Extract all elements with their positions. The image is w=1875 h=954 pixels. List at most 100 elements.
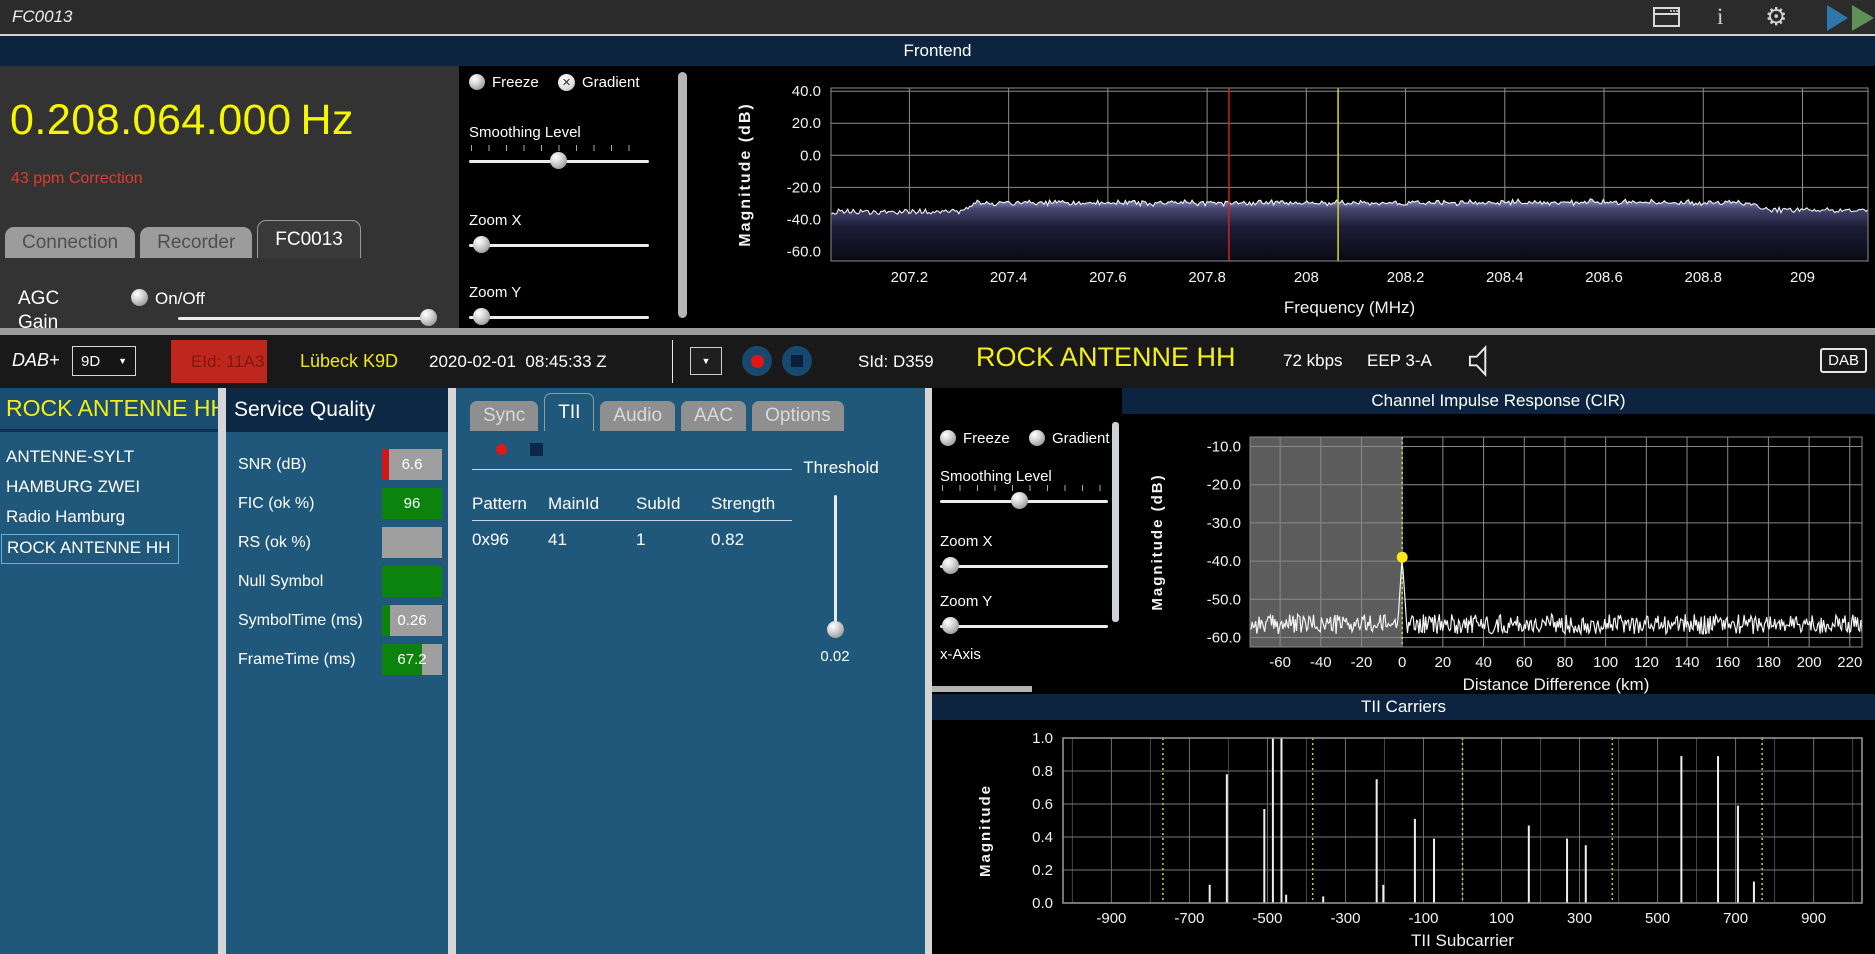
svg-text:0: 0 [1398, 654, 1406, 671]
svg-text:180: 180 [1756, 654, 1781, 671]
quality-row: FIC (ok %)96 [226, 484, 448, 523]
recorder-dropdown-button[interactable]: ▼ [690, 347, 722, 375]
cir-smoothing-slider[interactable] [940, 492, 1108, 511]
svg-text:Magnitude (dB): Magnitude (dB) [1149, 473, 1166, 610]
cir-freeze-radio[interactable] [940, 430, 956, 446]
spectrum-scrollbar[interactable] [678, 72, 687, 318]
quality-label: FrameTime (ms) [238, 651, 356, 669]
speaker-icon[interactable] [1466, 345, 1496, 377]
threshold-slider-track[interactable] [834, 495, 837, 636]
quality-row: Null Symbol [226, 562, 448, 601]
svg-text:-60.0: -60.0 [787, 243, 821, 260]
list-item-service[interactable]: ROCK ANTENNE HH [1, 534, 179, 564]
svg-text:160: 160 [1715, 654, 1740, 671]
app-window: FC0013 i ⚙ Frontend 0.208.064.000Hz 43 p… [0, 0, 1875, 954]
list-item-service[interactable]: ANTENNE-SYLT [1, 444, 142, 474]
svg-text:0.2: 0.2 [1032, 862, 1053, 879]
tii-col-header: SubId [636, 494, 680, 514]
agc-toggle-radio[interactable] [131, 289, 148, 306]
list-item-service[interactable]: HAMBURG ZWEI [1, 474, 148, 504]
freeze-radio[interactable] [469, 74, 485, 90]
tuner-panel: 0.208.064.000Hz 43 ppm Correction Connec… [0, 66, 459, 328]
quality-bar: 96 [382, 488, 442, 519]
svg-text:-500: -500 [1252, 910, 1282, 927]
bitrate-label: 72 kbps [1283, 351, 1343, 371]
svg-text:0.6: 0.6 [1032, 796, 1053, 813]
panel-divider[interactable] [218, 388, 226, 954]
tab-audio[interactable]: Audio [600, 401, 675, 431]
titlebar: FC0013 i ⚙ [0, 0, 1875, 36]
settings-gear-icon[interactable]: ⚙ [1765, 2, 1787, 31]
tab-tii[interactable]: TII [544, 393, 594, 431]
cir-zoom-x-slider[interactable] [940, 557, 1108, 576]
svg-text:20.0: 20.0 [792, 115, 821, 132]
cir-zoom-y-slider[interactable] [940, 617, 1108, 636]
svg-text:80: 80 [1557, 654, 1574, 671]
service-list-header: ROCK ANTENNE HH [0, 388, 218, 432]
cir-controls-scrollbar[interactable] [1112, 422, 1119, 622]
svg-text:Frequency (MHz): Frequency (MHz) [1284, 298, 1415, 317]
info-icon[interactable]: i [1717, 4, 1723, 30]
svg-text:-10.0: -10.0 [1207, 439, 1241, 456]
tab-options[interactable]: Options [752, 401, 843, 431]
current-service-name: ROCK ANTENNE HH [976, 342, 1236, 373]
spectrum-chart[interactable]: 40.020.00.0-20.0-40.0-60.0207.2207.4207.… [690, 66, 1875, 328]
tii-table-cell: 0x96 [472, 530, 509, 550]
tab-connection[interactable]: Connection [5, 227, 135, 258]
svg-text:-40.0: -40.0 [787, 211, 821, 228]
window-title: FC0013 [12, 7, 72, 27]
ensemble-name: Lübeck K9D [300, 351, 398, 372]
svg-text:700: 700 [1723, 910, 1748, 927]
dab-badge: DAB [1820, 348, 1867, 373]
cir-gradient-radio[interactable] [1029, 430, 1045, 446]
stop-icon [791, 355, 803, 367]
tii-carriers-chart[interactable]: 1.00.80.60.40.20.0-900-700-500-300-10010… [932, 720, 1875, 952]
svg-text:60: 60 [1516, 654, 1533, 671]
channel-dropdown[interactable]: 9D ▼ [72, 346, 136, 376]
service-quality-header: Service Quality [226, 388, 448, 432]
device-tabs: ConnectionRecorderFC0013 [5, 220, 361, 258]
tii-carriers-header: TII Carriers [932, 694, 1875, 720]
tab-fc0013[interactable]: FC0013 [257, 220, 361, 258]
window-icon[interactable] [1652, 5, 1682, 29]
svg-text:40: 40 [1475, 654, 1492, 671]
smoothing-slider[interactable] [469, 152, 649, 171]
ppm-correction-label: 43 ppm Correction [11, 170, 143, 188]
tii-status-dot [496, 444, 507, 455]
quality-bar: 6.6 [382, 449, 442, 480]
quality-bar: 67.2 [382, 644, 442, 675]
list-item-service[interactable]: Radio Hamburg [1, 504, 133, 534]
service-id-label: SId: D359 [858, 352, 934, 372]
svg-text:-50.0: -50.0 [1207, 591, 1241, 608]
gradient-checked-icon[interactable]: ✕ [558, 74, 575, 91]
stop-button[interactable] [782, 346, 812, 376]
frontend-title: Frontend [903, 41, 971, 61]
tab-aac[interactable]: AAC [681, 401, 746, 431]
threshold-slider-handle[interactable] [827, 621, 844, 638]
zoom-y-slider[interactable] [469, 308, 649, 327]
gain-slider[interactable] [178, 309, 430, 328]
charts-section: Freeze Gradient Smoothing Level Zoom X Z… [932, 388, 1875, 954]
cir-x-axis-label: x-Axis [940, 646, 981, 663]
quality-row: SymbolTime (ms)0.26 [226, 601, 448, 640]
zoom-x-label: Zoom X [469, 212, 522, 229]
start-button-icon[interactable] [1827, 5, 1848, 31]
svg-text:220: 220 [1837, 654, 1862, 671]
svg-text:300: 300 [1567, 910, 1592, 927]
quality-value: 67.2 [382, 644, 442, 675]
cir-controls: Freeze Gradient Smoothing Level Zoom X Z… [932, 388, 1122, 694]
panel-divider[interactable] [925, 388, 932, 954]
run-button-icon[interactable] [1852, 5, 1874, 31]
cir-chart[interactable]: -10.0-20.0-30.0-40.0-50.0-60.0-60-40-200… [1122, 414, 1875, 694]
tab-recorder[interactable]: Recorder [140, 227, 252, 258]
panel-divider[interactable] [448, 388, 456, 954]
svg-text:100: 100 [1593, 654, 1618, 671]
svg-text:207.2: 207.2 [891, 269, 929, 286]
zoom-x-slider[interactable] [469, 236, 649, 255]
svg-text:-700: -700 [1174, 910, 1204, 927]
cir-controls-hscrollbar[interactable] [932, 686, 1032, 692]
tab-sync[interactable]: Sync [470, 401, 538, 431]
quality-label: SymbolTime (ms) [238, 612, 363, 630]
protection-label: EEP 3-A [1367, 351, 1432, 371]
record-button[interactable] [742, 346, 772, 376]
